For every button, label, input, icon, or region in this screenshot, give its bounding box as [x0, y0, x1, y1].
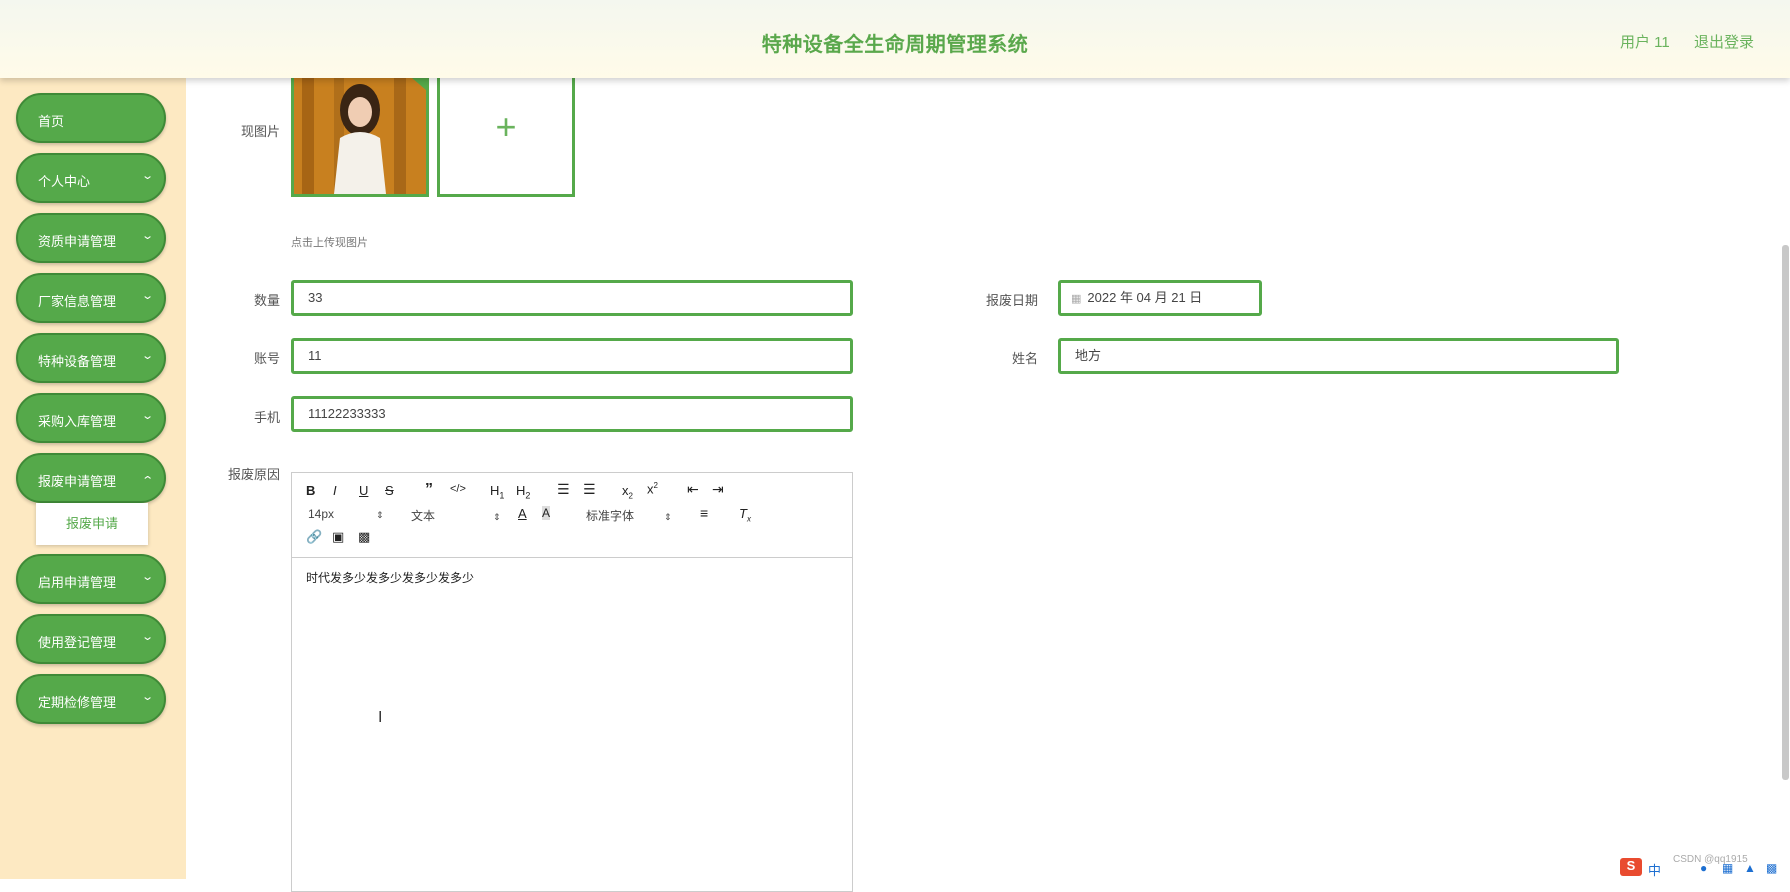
phone-field[interactable]: 11122233333 — [291, 396, 853, 432]
strikethrough-icon[interactable]: S — [385, 483, 394, 498]
image-upload-button[interactable]: + — [437, 78, 575, 197]
sidebar-item-maintenance[interactable]: 定期检修管理 ⌄ — [16, 674, 166, 724]
date-picker[interactable]: ▦ 2022 年 04 月 21 日 — [1058, 280, 1262, 316]
name-label: 姓名 — [1011, 351, 1038, 366]
main-content: 现图片 + 点击上传现图片 数量 33 报废日期 ▦ 2022 年 04 月 21… — [186, 78, 1790, 892]
watermark: CSDN @qq1915 — [1673, 854, 1748, 865]
block-type-select[interactable]: 文本 ⇕ — [411, 507, 501, 524]
skin-icon[interactable]: ▲ — [1744, 861, 1756, 875]
heading1-icon[interactable]: H1 — [490, 483, 504, 501]
current-image[interactable] — [291, 78, 429, 197]
calendar-icon: ▦ — [1071, 293, 1082, 305]
sidebar-item-label: 使用登记管理 — [38, 635, 117, 650]
sidebar-item-usage-registration[interactable]: 使用登记管理 ⌄ — [16, 614, 166, 664]
sidebar-item-label: 报废申请管理 — [38, 474, 117, 489]
ime-logo-icon: S — [1620, 858, 1642, 876]
sidebar-item-label: 厂家信息管理 — [38, 294, 117, 309]
chevron-down-icon: ⌄ — [140, 230, 154, 242]
bold-icon[interactable]: B — [306, 483, 315, 498]
sidebar-item-label: 首页 — [38, 114, 65, 129]
select-arrows-icon: ⇕ — [493, 512, 501, 522]
underline-icon[interactable]: U — [359, 483, 368, 498]
sidebar-item-activation[interactable]: 启用申请管理 ⌄ — [16, 554, 166, 604]
subscript-icon[interactable]: x2 — [622, 483, 633, 501]
date-label: 报废日期 — [985, 293, 1038, 308]
keyboard-icon[interactable]: ▦ — [1722, 861, 1733, 875]
account-field[interactable]: 11 — [291, 338, 853, 374]
editor-toolbar: B I U S ” </> H1 H2 ☰ ☰ x2 x2 ⇤ ⇥ 14px ⇕ … — [292, 473, 852, 558]
mic-icon[interactable]: ● — [1700, 861, 1707, 875]
sidebar-item-label: 启用申请管理 — [38, 575, 117, 590]
date-value: 2022 年 04 月 21 日 — [1087, 290, 1203, 305]
italic-icon[interactable]: I — [333, 483, 337, 498]
ime-status-icon[interactable]: 中 — [1648, 860, 1661, 879]
font-family-select[interactable]: 标准字体 ⇕ — [586, 507, 672, 524]
blockquote-icon[interactable]: ” — [425, 481, 433, 499]
ordered-list-icon[interactable]: ☰ — [557, 481, 570, 498]
sidebar: 首页 个人中心 ⌄ 资质申请管理 ⌄ 厂家信息管理 ⌄ 特种设备管理 ⌄ 采购入库管理 ⌄… — [0, 78, 186, 879]
top-header: 特种设备全生命周期管理系统 用户 11 退出登录 — [0, 0, 1790, 78]
select-arrows-icon: ⇕ — [664, 512, 672, 522]
indent-icon[interactable]: ⇥ — [712, 481, 724, 498]
sidebar-item-manufacturer[interactable]: 厂家信息管理 ⌄ — [16, 273, 166, 323]
editor-content[interactable]: 时代发多少发多少发多少发多少 — [306, 569, 474, 586]
chevron-up-icon: ⌄ — [140, 473, 154, 485]
sidebar-item-label: 采购入库管理 — [38, 414, 117, 429]
system-tray: S 中 CSDN @qq1915 ● ▦ ▲ ▩ — [1618, 854, 1790, 879]
sidebar-item-qualification[interactable]: 资质申请管理 ⌄ — [16, 213, 166, 263]
sidebar-item-label: 定期检修管理 — [38, 695, 117, 710]
sidebar-item-purchase[interactable]: 采购入库管理 ⌄ — [16, 393, 166, 443]
code-icon[interactable]: </> — [450, 483, 466, 495]
reason-label: 报废原因 — [227, 467, 280, 482]
sidebar-item-scrap[interactable]: 报废申请管理 ⌄ — [16, 453, 166, 503]
font-size-value: 14px — [308, 507, 335, 521]
sidebar-item-label: 特种设备管理 — [38, 354, 117, 369]
image-label: 现图片 — [240, 124, 280, 139]
chevron-down-icon: ⌄ — [140, 290, 154, 302]
chevron-down-icon: ⌄ — [140, 691, 154, 703]
chevron-down-icon: ⌄ — [140, 631, 154, 643]
chevron-down-icon: ⌄ — [140, 571, 154, 583]
text-cursor-icon: I — [378, 709, 383, 726]
image-icon[interactable]: ▣ — [332, 529, 344, 545]
grid-icon[interactable]: ▩ — [1766, 861, 1777, 875]
sidebar-item-home[interactable]: 首页 — [16, 93, 166, 143]
block-type-value: 文本 — [411, 509, 436, 523]
account-label: 账号 — [253, 351, 280, 366]
quantity-label: 数量 — [253, 293, 280, 308]
sidebar-item-special-equipment[interactable]: 特种设备管理 ⌄ — [16, 333, 166, 383]
chevron-down-icon: ⌄ — [140, 350, 154, 362]
sidebar-item-label: 资质申请管理 — [38, 234, 117, 249]
upload-hint: 点击上传现图片 — [291, 237, 368, 249]
outdent-icon[interactable]: ⇤ — [687, 481, 699, 498]
page-scrollbar[interactable] — [1782, 245, 1789, 780]
app-title: 特种设备全生命周期管理系统 — [761, 34, 1029, 56]
image-thumbnail — [294, 78, 426, 194]
superscript-icon[interactable]: x2 — [647, 481, 658, 496]
bullet-list-icon[interactable]: ☰ — [583, 481, 596, 498]
font-color-icon[interactable]: A — [518, 506, 527, 521]
chevron-down-icon: ⌄ — [140, 170, 154, 182]
plus-icon: + — [495, 106, 517, 147]
sidebar-item-label: 个人中心 — [38, 174, 91, 189]
name-field[interactable]: 地方 — [1058, 338, 1619, 374]
font-size-select[interactable]: 14px ⇕ — [308, 507, 384, 521]
align-icon[interactable]: ≡ — [700, 505, 708, 521]
sidebar-item-personal-center[interactable]: 个人中心 ⌄ — [16, 153, 166, 203]
rich-text-editor[interactable]: B I U S ” </> H1 H2 ☰ ☰ x2 x2 ⇤ ⇥ 14px ⇕ … — [291, 472, 853, 892]
select-arrows-icon: ⇕ — [376, 510, 384, 520]
chevron-down-icon: ⌄ — [140, 410, 154, 422]
clear-format-icon[interactable]: Tx — [739, 506, 751, 524]
logout-link[interactable]: 退出登录 — [1694, 31, 1754, 52]
link-icon[interactable]: 🔗 — [306, 529, 322, 545]
background-color-icon[interactable]: A — [542, 506, 551, 520]
current-user[interactable]: 用户 11 — [1620, 31, 1670, 52]
video-icon[interactable]: ▩ — [358, 529, 370, 545]
heading2-icon[interactable]: H2 — [516, 483, 530, 501]
quantity-field[interactable]: 33 — [291, 280, 853, 316]
phone-label: 手机 — [253, 410, 280, 425]
sidebar-subitem-scrap-apply[interactable]: 报废申请 — [36, 503, 148, 545]
font-family-value: 标准字体 — [586, 509, 635, 523]
